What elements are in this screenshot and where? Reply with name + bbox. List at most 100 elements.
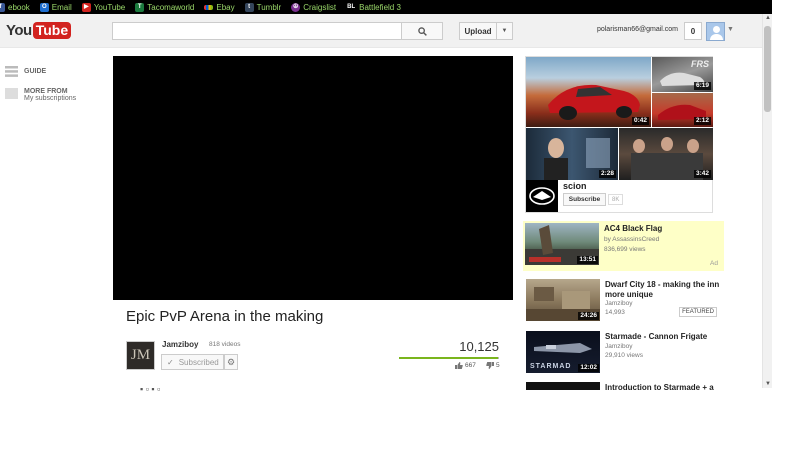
my-subscriptions-label: My subscriptions xyxy=(24,95,77,102)
thumbs-down-icon xyxy=(486,362,494,369)
thumbnail-overlay-text: STARMAD xyxy=(530,363,572,370)
related-video-title[interactable]: AC4 Black Flag xyxy=(604,224,722,234)
video-thumbnail[interactable]: STARMAD 12:02 xyxy=(526,331,600,373)
view-count: 10,125 xyxy=(459,339,499,354)
checkmark-icon: ✓ xyxy=(167,357,174,367)
promo-thumbnail[interactable]: FRS 6:19 xyxy=(652,57,713,92)
subscriptions-icon xyxy=(5,88,18,99)
like-count: 667 xyxy=(465,362,476,369)
thumbnail-duration: 13:51 xyxy=(577,256,598,264)
ad-label: Ad xyxy=(710,260,718,267)
subscribed-label: Subscribed xyxy=(178,357,219,367)
related-video-ad[interactable]: 13:51 AC4 Black Flag by AssassinsCreed 8… xyxy=(523,221,724,271)
thumbnail-duration: 2:28 xyxy=(598,170,616,178)
bookmark-craigslist[interactable]: ☮ Craigslist xyxy=(291,2,336,12)
like-ratio-bar xyxy=(399,357,499,359)
dislike-count: 5 xyxy=(496,362,500,369)
related-video-views: 29,910 views xyxy=(605,352,643,359)
thumbs-up-icon xyxy=(455,362,463,369)
guide-subscriptions-item[interactable]: MORE FROM My subscriptions xyxy=(5,88,76,102)
promo-thumbnail[interactable]: 2:12 xyxy=(652,93,713,127)
like-button[interactable]: 667 xyxy=(455,362,476,369)
like-ratio-fill xyxy=(399,357,499,359)
search-input[interactable] xyxy=(112,22,402,40)
email-icon: O xyxy=(39,2,49,12)
menu-icon xyxy=(5,66,18,77)
related-video-views: 836,699 views xyxy=(604,246,646,253)
youtube-logo[interactable]: You Tube xyxy=(6,22,72,39)
thumbnail-duration: 2:12 xyxy=(693,117,711,125)
scion-logo-icon[interactable] xyxy=(526,180,558,212)
channel-name-link[interactable]: Jamziboy xyxy=(162,340,198,349)
more-from-label: MORE FROM xyxy=(24,88,68,95)
thumbnail-duration: 0:42 xyxy=(631,117,649,125)
promo-channel-name[interactable]: scion xyxy=(563,181,587,191)
account-menu-chevron-icon[interactable]: ▼ xyxy=(727,26,734,33)
user-email[interactable]: polarisman66@gmail.com xyxy=(560,26,678,33)
related-video-channel: Jamziboy xyxy=(605,343,633,350)
promo-subscribe-button[interactable]: Subscribe xyxy=(563,193,606,206)
thumbnail-duration: 24:26 xyxy=(578,312,599,320)
thumbnail-duration: 6:19 xyxy=(693,82,711,90)
bookmark-tumblr[interactable]: t Tumblr xyxy=(244,2,281,12)
video-thumbnail[interactable] xyxy=(526,382,600,390)
guide-label: GUIDE xyxy=(24,68,47,75)
youtube-icon: ▶ xyxy=(81,2,91,12)
search-icon xyxy=(417,26,427,36)
ebay-icon xyxy=(204,4,214,10)
subscribed-button[interactable]: ✓ Subscribed xyxy=(161,354,224,370)
masthead: You Tube Upload ▼ polarisman66@gmail.com… xyxy=(0,14,762,48)
page-scrollbar[interactable]: ▲ ▼ xyxy=(762,14,772,388)
upload-button[interactable]: Upload ▼ xyxy=(459,22,513,40)
tumblr-icon: t xyxy=(244,2,254,12)
related-video-channel: Jamziboy xyxy=(605,300,633,307)
promo-subscriber-count: 8K xyxy=(608,194,624,205)
bookmark-email[interactable]: O Email xyxy=(39,2,72,12)
action-icons-partial: ▪ ▫ ▪ ▫ xyxy=(140,384,161,394)
related-video-channel: by AssassinsCreed xyxy=(604,236,660,243)
subscription-settings-gear-icon[interactable]: ⚙ xyxy=(224,354,238,370)
battlefield-icon: BL xyxy=(346,2,357,12)
tacomaworld-icon: T xyxy=(135,2,145,12)
promo-thumbnail[interactable]: 3:42 xyxy=(619,128,713,180)
upload-label: Upload xyxy=(464,26,492,36)
bookmark-facebook[interactable]: f ebook xyxy=(0,2,30,12)
related-video[interactable]: 24:26 Dwarf City 18 - making the inn mor… xyxy=(524,277,724,325)
notification-count[interactable]: 0 xyxy=(684,22,702,40)
logo-tube: Tube xyxy=(32,22,72,39)
related-video-title[interactable]: Introduction to Starmade + a xyxy=(605,383,723,393)
chevron-down-icon[interactable]: ▼ xyxy=(496,23,512,39)
thumbnail-duration: 3:42 xyxy=(693,170,711,178)
promo-thumbnail[interactable]: 0:42 xyxy=(526,57,651,127)
scroll-up-icon[interactable]: ▲ xyxy=(764,15,772,21)
logo-you: You xyxy=(6,22,32,39)
thumbnail-duration: 12:02 xyxy=(578,364,599,372)
facebook-icon: f xyxy=(0,2,5,12)
search-button[interactable] xyxy=(401,22,443,40)
dislike-button[interactable]: 5 xyxy=(486,362,500,369)
related-video[interactable]: Introduction to Starmade + a xyxy=(524,380,724,428)
avatar[interactable] xyxy=(706,22,725,41)
bookmark-ebay[interactable]: Ebay xyxy=(204,3,235,12)
bookmark-youtube[interactable]: ▶ YouTube xyxy=(81,2,125,12)
related-video[interactable]: STARMAD 12:02 Starmade - Cannon Frigate … xyxy=(524,329,724,377)
scroll-thumb[interactable] xyxy=(764,26,771,112)
bookmarks-bar: f ebook O Email ▶ YouTube T Tacomaworld Ebay… xyxy=(0,0,772,14)
guide-item[interactable]: GUIDE xyxy=(5,66,46,77)
featured-badge: FEATURED xyxy=(679,307,717,317)
related-video-views: 14,993 xyxy=(605,309,625,316)
page: You Tube Upload ▼ polarisman66@gmail.com… xyxy=(0,14,772,450)
bookmark-tacomaworld[interactable]: T Tacomaworld xyxy=(135,2,194,12)
bookmark-battlefield[interactable]: BL Battlefield 3 xyxy=(346,2,401,12)
channel-video-count[interactable]: 818 videos xyxy=(209,341,240,348)
channel-avatar[interactable]: JM xyxy=(126,341,155,370)
video-title: Epic PvP Arena in the making xyxy=(126,308,324,325)
scroll-down-icon[interactable]: ▼ xyxy=(764,381,772,387)
video-thumbnail[interactable]: 24:26 xyxy=(526,279,600,321)
video-thumbnail[interactable]: 13:51 xyxy=(525,223,599,265)
promo-thumbnail[interactable]: 2:28 xyxy=(526,128,618,180)
video-player[interactable] xyxy=(113,56,513,300)
related-video-title[interactable]: Starmade - Cannon Frigate xyxy=(605,332,723,342)
craigslist-icon: ☮ xyxy=(291,2,301,12)
related-video-title[interactable]: Dwarf City 18 - making the inn more uniq… xyxy=(605,280,723,300)
